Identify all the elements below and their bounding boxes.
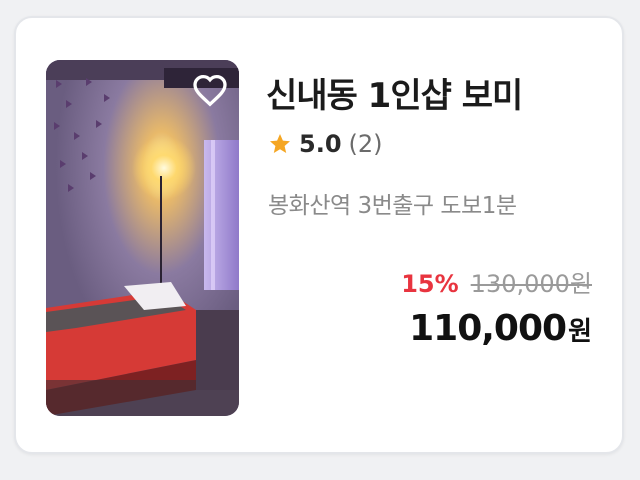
massage-room-photo <box>46 60 239 416</box>
rating: 5.0 (2) <box>268 130 383 158</box>
sale-price: 110,000 <box>409 308 567 349</box>
rating-score: 5.0 <box>299 130 342 158</box>
currency-unit: 원 <box>568 317 592 347</box>
original-price: 130,000원 <box>470 270 592 298</box>
heart-outline-icon <box>193 74 227 107</box>
review-count: (2) <box>348 130 383 158</box>
sale-price-row: 110,000 원 <box>409 308 592 349</box>
location-text: 봉화산역 3번출구 도보1분 <box>268 193 517 219</box>
star-icon <box>270 134 290 153</box>
favorite-button[interactable] <box>190 70 230 110</box>
discount-row: 15% 130,000원 <box>401 264 592 299</box>
shop-card[interactable]: 신내동 1인샵 보미 5.0 (2) 봉화산역 3번출구 도보1분 15% 13… <box>14 16 624 454</box>
discount-rate: 15% <box>401 270 459 298</box>
shop-thumbnail[interactable] <box>46 60 239 416</box>
shop-title[interactable]: 신내동 1인샵 보미 <box>266 68 523 117</box>
